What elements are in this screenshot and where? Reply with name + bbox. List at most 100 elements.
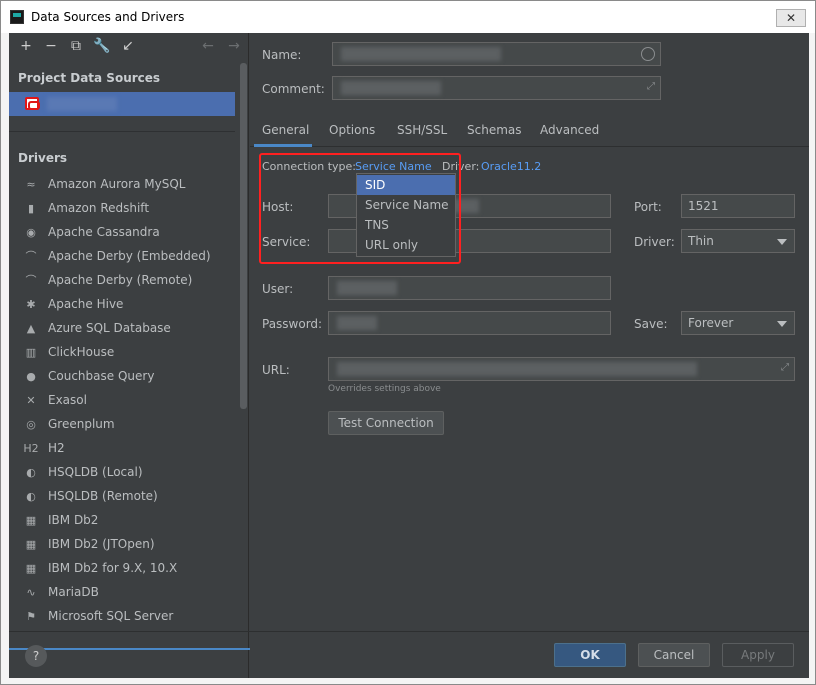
driver-label: IBM Db2 (JTOpen) bbox=[48, 537, 155, 551]
cancel-button[interactable]: Cancel bbox=[638, 643, 710, 667]
user-input[interactable] bbox=[328, 276, 611, 300]
password-label: Password: bbox=[262, 317, 323, 331]
driver-list-item[interactable]: ◐ HSQLDB (Remote) bbox=[9, 485, 235, 509]
driver-list-item[interactable]: ✕ Exasol bbox=[9, 389, 235, 413]
azure-icon: ▲ bbox=[26, 322, 36, 335]
dialog-window: Data Sources and Drivers ✕ + − ⧉ 🔧 ↙ ← → Proje… bbox=[0, 0, 816, 685]
driver-label: Apache Derby (Remote) bbox=[48, 273, 193, 287]
sidebar: + − ⧉ 🔧 ↙ ← → Project Data Sources Drivers ≈ Am… bbox=[9, 33, 261, 678]
duplicate-icon[interactable]: ⧉ bbox=[67, 37, 85, 55]
hat-icon: ⌒ bbox=[25, 250, 37, 263]
driver-list-item[interactable]: ▥ ClickHouse bbox=[9, 341, 235, 365]
tab-general[interactable]: General bbox=[262, 123, 309, 137]
driver-list-item[interactable]: ≈ Amazon Aurora MySQL bbox=[9, 173, 235, 197]
color-circle-icon[interactable] bbox=[641, 47, 655, 61]
driver-label: Amazon Aurora MySQL bbox=[48, 177, 186, 191]
driver-list-item[interactable]: ∿ MariaDB bbox=[9, 581, 235, 605]
save-select-value: Forever bbox=[688, 316, 734, 330]
driver-list-item[interactable]: ⌒ Apache Derby (Embedded) bbox=[9, 245, 235, 269]
close-button[interactable]: ✕ bbox=[776, 9, 806, 27]
driver-label: Amazon Redshift bbox=[48, 201, 150, 215]
redacted-data-source-name bbox=[47, 97, 117, 111]
driver-label: MariaDB bbox=[48, 585, 99, 599]
hat-icon: ⌒ bbox=[25, 274, 37, 287]
driver-label: Driver: bbox=[634, 235, 675, 249]
url-input[interactable]: ⤢ bbox=[328, 357, 795, 381]
footer-divider bbox=[9, 631, 809, 632]
app-logo-icon bbox=[10, 10, 24, 24]
data-source-item-selected[interactable] bbox=[9, 92, 235, 116]
hsqldb-icon: ◐ bbox=[26, 490, 36, 503]
tab-options[interactable]: Options bbox=[329, 123, 375, 137]
tab-ssh-ssl[interactable]: SSH/SSL bbox=[397, 123, 447, 137]
driver-label: IBM Db2 for 9.X, 10.X bbox=[48, 561, 178, 575]
driver-select-value: Thin bbox=[688, 234, 714, 248]
tab-advanced[interactable]: Advanced bbox=[540, 123, 599, 137]
driver-label: Azure SQL Database bbox=[48, 321, 171, 335]
port-label: Port: bbox=[634, 200, 662, 214]
back-icon[interactable]: ← bbox=[199, 37, 217, 55]
driver-list-item[interactable]: H2 H2 bbox=[9, 437, 235, 461]
driver-label: ClickHouse bbox=[48, 345, 115, 359]
seal-icon: ∿ bbox=[26, 586, 36, 599]
port-value: 1521 bbox=[688, 199, 719, 213]
import-icon[interactable]: ↙ bbox=[119, 37, 137, 55]
driver-list-item[interactable]: ▦ IBM Db2 bbox=[9, 509, 235, 533]
url-override-note: Overrides settings above bbox=[328, 384, 441, 394]
redacted-comment-value bbox=[341, 81, 441, 95]
expand-icon[interactable]: ⤢ bbox=[647, 81, 655, 92]
test-connection-button[interactable]: Test Connection bbox=[328, 411, 444, 435]
comment-label: Comment: bbox=[262, 82, 325, 96]
driver-select[interactable]: Thin bbox=[681, 229, 795, 253]
driver-list-item[interactable]: ▲ Azure SQL Database bbox=[9, 317, 235, 341]
driver-label: Exasol bbox=[48, 393, 87, 407]
driver-list-item[interactable]: ◐ HSQLDB (Local) bbox=[9, 461, 235, 485]
tab-bar: General Options SSH/SSL Schemas Advanced bbox=[250, 117, 809, 147]
driver-list-item[interactable]: ● Couchbase Query bbox=[9, 365, 235, 389]
add-icon[interactable]: + bbox=[17, 37, 35, 55]
tab-schemas[interactable]: Schemas bbox=[467, 123, 522, 137]
ibm-db2-icon: ▦ bbox=[25, 538, 37, 551]
redacted-url-value bbox=[337, 362, 697, 376]
bars-icon: ▥ bbox=[25, 346, 37, 359]
expand-icon[interactable]: ⤢ bbox=[781, 362, 789, 373]
driver-list-item[interactable]: ◉ Apache Cassandra bbox=[9, 221, 235, 245]
driver-list-item[interactable]: ▦ IBM Db2 (JTOpen) bbox=[9, 533, 235, 557]
driver-list-item[interactable]: ⚑ Microsoft SQL Server bbox=[9, 605, 235, 629]
driver-list-item[interactable]: ▦ IBM Db2 for 9.X, 10.X bbox=[9, 557, 235, 581]
name-label: Name: bbox=[262, 48, 302, 62]
drivers-title: Drivers bbox=[18, 151, 68, 165]
help-button[interactable]: ? bbox=[25, 645, 47, 667]
h2-icon: H2 bbox=[23, 442, 39, 455]
driver-list-item[interactable]: ◎ Greenplum bbox=[9, 413, 235, 437]
driver-list-item[interactable]: ✱ Apache Hive bbox=[9, 293, 235, 317]
driver-label: H2 bbox=[48, 441, 65, 455]
divider bbox=[9, 131, 235, 132]
name-input[interactable] bbox=[332, 42, 661, 66]
bee-icon: ✱ bbox=[26, 298, 36, 311]
horizontal-scrollbar[interactable] bbox=[9, 648, 261, 650]
x-icon: ✕ bbox=[26, 394, 36, 407]
driver-label: Apache Derby (Embedded) bbox=[48, 249, 211, 263]
forward-icon[interactable]: → bbox=[225, 37, 243, 55]
sidebar-toolbar: + − ⧉ 🔧 ↙ ← → bbox=[9, 33, 249, 61]
wrench-icon[interactable]: 🔧 bbox=[93, 37, 111, 55]
driver-list-item[interactable]: ⌒ Apache Derby (Remote) bbox=[9, 269, 235, 293]
driver-label: Couchbase Query bbox=[48, 369, 155, 383]
driver-list-item[interactable]: ▮ Amazon Redshift bbox=[9, 197, 235, 221]
ok-button[interactable]: OK bbox=[554, 643, 626, 667]
highlight-annotation-box bbox=[259, 153, 461, 264]
password-input[interactable] bbox=[328, 311, 611, 335]
save-select[interactable]: Forever bbox=[681, 311, 795, 335]
sidebar-scrollbar[interactable] bbox=[240, 63, 247, 409]
apply-button[interactable]: Apply bbox=[722, 643, 794, 667]
driver-version-link[interactable]: Oracle11.2 bbox=[481, 160, 541, 173]
driver-label: Apache Hive bbox=[48, 297, 124, 311]
port-input[interactable]: 1521 bbox=[681, 194, 795, 218]
sqlserver-icon: ⚑ bbox=[26, 610, 36, 623]
remove-icon[interactable]: − bbox=[42, 37, 60, 55]
redacted-user-value bbox=[337, 281, 397, 295]
dialog-body: + − ⧉ 🔧 ↙ ← → Project Data Sources Drivers ≈ Am… bbox=[9, 33, 809, 678]
redacted-name-value bbox=[341, 47, 501, 61]
comment-input[interactable]: ⤢ bbox=[332, 76, 661, 100]
